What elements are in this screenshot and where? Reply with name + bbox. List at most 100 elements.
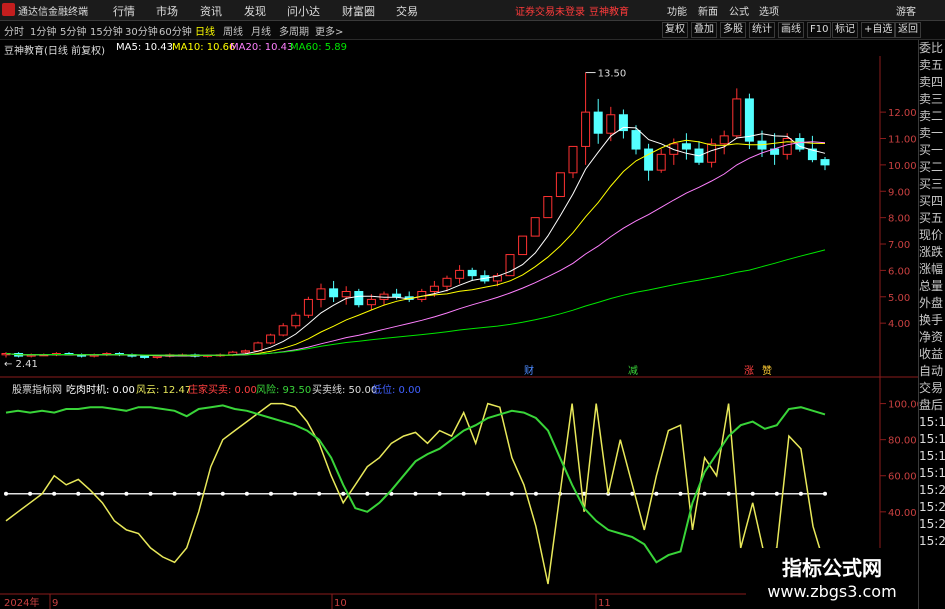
menu-zixun[interactable]: 资讯 <box>200 3 222 19</box>
buy-sell-dot <box>52 491 57 496</box>
btn-add-watchlist[interactable]: +自选 <box>861 22 896 38</box>
btn-biaoji[interactable]: 标记 <box>832 22 858 38</box>
period-1min[interactable]: 1分钟 <box>30 23 56 38</box>
sidebar-item[interactable]: 总量 <box>919 278 945 295</box>
sidebar-item[interactable]: 现价 <box>919 227 945 244</box>
btn-diejia[interactable]: 叠加 <box>691 22 717 38</box>
buy-sell-dot <box>726 491 731 496</box>
menu-xuanxiang[interactable]: 选项 <box>759 3 779 18</box>
btn-f10[interactable]: F10 <box>807 22 832 38</box>
event-mark: 涨 <box>744 365 754 377</box>
sidebar-item[interactable]: 涨跌 <box>919 244 945 261</box>
sidebar-item[interactable]: 卖五 <box>919 57 945 74</box>
period-multi[interactable]: 多周期 <box>279 23 309 38</box>
sidebar-item[interactable]: 卖四 <box>919 74 945 91</box>
period-monthly[interactable]: 月线 <box>251 23 271 38</box>
sidebar-item[interactable]: 交易 <box>919 380 945 397</box>
candle <box>644 143 654 181</box>
sidebar-item[interactable]: 买一 <box>919 142 945 159</box>
indicator-risk: 风险: 93.50 <box>256 385 312 396</box>
period-30min[interactable]: 30分钟 <box>125 23 158 38</box>
candle-body <box>568 145 578 174</box>
candle <box>581 72 591 165</box>
sidebar-item[interactable]: 15:17 <box>919 431 945 448</box>
candle-body <box>644 148 654 171</box>
sidebar-item[interactable]: 换手 <box>919 312 945 329</box>
buy-sell-dot <box>196 491 201 496</box>
ma20-value: MA20: 10.43 <box>230 42 294 53</box>
sidebar-item[interactable]: 委比 <box>919 40 945 57</box>
period-15min[interactable]: 15分钟 <box>90 23 123 38</box>
candle-body <box>152 355 162 358</box>
menu-shichang[interactable]: 市场 <box>156 3 178 19</box>
sidebar-item[interactable]: 净资 <box>919 329 945 346</box>
btn-back[interactable]: 返回 <box>895 22 921 38</box>
sidebar-item[interactable]: 自动 <box>919 363 945 380</box>
candle <box>404 291 414 303</box>
menu-faxian[interactable]: 发现 <box>244 3 266 19</box>
menu-xinmian[interactable]: 新面 <box>698 3 718 18</box>
period-more[interactable]: 更多> <box>315 23 343 38</box>
period-daily[interactable]: 日线 <box>195 23 215 38</box>
buy-sell-dot <box>172 491 177 496</box>
buy-sell-dot <box>268 491 273 496</box>
menu-wenxiaoda[interactable]: 问小达 <box>287 3 320 19</box>
date-label: 10 <box>334 598 347 609</box>
btn-huaxian[interactable]: 画线 <box>778 22 804 38</box>
sidebar-item[interactable]: 卖一 <box>919 125 945 142</box>
candle <box>303 296 313 318</box>
event-mark: 减 <box>628 365 638 377</box>
menu-gongshi[interactable]: 公式 <box>729 3 749 18</box>
sidebar-item[interactable]: 外盘 <box>919 295 945 312</box>
period-weekly[interactable]: 周线 <box>223 23 243 38</box>
btn-tongji[interactable]: 统计 <box>749 22 775 38</box>
chart-area[interactable]: 12.0011.0010.009.008.007.006.005.004.00 … <box>0 56 918 609</box>
stock-name-notice[interactable]: 豆神教育 <box>589 3 629 18</box>
buy-sell-dot <box>220 491 225 496</box>
buy-sell-dot <box>461 491 466 496</box>
sidebar-item[interactable]: 收益 <box>919 346 945 363</box>
user-guest[interactable]: 游客 <box>896 3 916 18</box>
candle <box>732 88 742 139</box>
buy-sell-dot <box>485 491 490 496</box>
buy-sell-dot <box>317 491 322 496</box>
price-label: 12.00 <box>888 108 917 119</box>
chart-info-bar: 豆神教育(日线 前复权) MA5: 10.43 MA10: 10.66 MA20… <box>0 40 880 57</box>
sidebar-item[interactable]: 涨幅 <box>919 261 945 278</box>
candle <box>707 138 717 168</box>
buy-sell-dot <box>823 491 827 496</box>
sidebar-item[interactable]: 15:16 <box>919 414 945 431</box>
menu-gongneng[interactable]: 功能 <box>667 3 687 18</box>
sidebar-item[interactable]: 15:21 <box>919 533 945 550</box>
buy-sell-dot <box>774 491 779 496</box>
sidebar-item[interactable]: 盘后 <box>919 397 945 414</box>
sidebar-item[interactable]: 买二 <box>919 159 945 176</box>
sidebar-item[interactable]: 卖二 <box>919 108 945 125</box>
sidebar-item[interactable]: 15:20 <box>919 482 945 499</box>
period-60min[interactable]: 60分钟 <box>159 23 192 38</box>
candle <box>694 141 704 165</box>
menu-jiaoyi[interactable]: 交易 <box>396 3 418 19</box>
btn-duogu[interactable]: 多股 <box>720 22 746 38</box>
indicator-axis-label: 100.00 <box>888 400 918 411</box>
menu-hangqing[interactable]: 行情 <box>113 3 135 19</box>
buy-sell-dot <box>509 491 514 496</box>
sidebar-item[interactable]: 15:19 <box>919 465 945 482</box>
sidebar-item[interactable]: 15:17 <box>919 448 945 465</box>
sidebar-item[interactable]: 卖三 <box>919 91 945 108</box>
candle-body <box>316 288 326 300</box>
btn-fuquan[interactable]: 复权 <box>662 22 688 38</box>
period-fenshi[interactable]: 分时 <box>4 23 24 38</box>
sidebar-item[interactable]: 15:21 <box>919 516 945 533</box>
candle-body <box>303 298 313 316</box>
sidebar-item[interactable]: 买五 <box>919 210 945 227</box>
sidebar-item[interactable]: 15:21 <box>919 499 945 516</box>
sidebar-item[interactable]: 买四 <box>919 193 945 210</box>
app-name: 通达信金融终端 <box>18 7 88 18</box>
period-5min[interactable]: 5分钟 <box>60 23 86 38</box>
buy-sell-dot <box>148 491 153 496</box>
menu-caifuquan[interactable]: 财富圈 <box>342 3 375 19</box>
sidebar-item[interactable]: 买三 <box>919 176 945 193</box>
login-notice[interactable]: 证券交易未登录 <box>515 3 585 18</box>
candle-body <box>140 355 150 358</box>
